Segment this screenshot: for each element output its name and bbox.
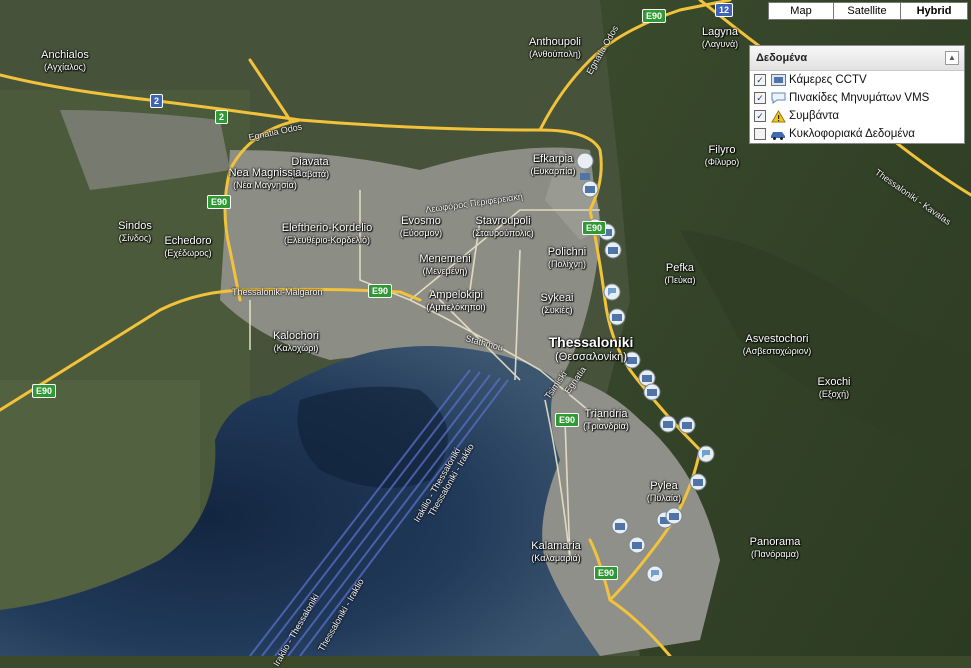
place-pefka: Pefka (Πεύκα)	[664, 262, 696, 285]
layer-item-cctv[interactable]: ✓ Κάμερες CCTV	[750, 71, 964, 89]
layers-panel: Δεδομένα ▲ ✓ Κάμερες CCTV ✓ Πινακίδες Μη…	[749, 45, 965, 144]
place-echedoro: Echedoro (Εχέδωρος)	[164, 235, 212, 258]
place-kalamaria: Kalamaria (Καλαμαριά)	[531, 540, 581, 563]
place-efkarpia: Efkarpia (Ευκαρπία)	[530, 153, 576, 176]
place-lagyna: Lagyna (Λαγυνά)	[701, 26, 739, 49]
layer-label-vms: Πινακίδες Μηνυμάτων VMS	[789, 92, 930, 104]
place-thessaloniki: Thessaloniki (Θεσσαλονίκη)	[548, 334, 634, 364]
place-eleftherio-kordelio: Eleftherio-Kordelio (Ελευθέριο-Κορδελιό)	[281, 222, 373, 245]
route-shield-12: 12	[715, 3, 734, 17]
map-type-map-button[interactable]: Map	[768, 2, 834, 20]
place-evosmo: Evosmo (Εύοσμον)	[399, 215, 443, 238]
layers-panel-title: Δεδομένα	[756, 52, 808, 64]
place-kalochori: Kalochori (Καλοχώρι)	[273, 330, 319, 353]
layer-checkbox-vms[interactable]: ✓	[754, 92, 766, 104]
route-shield-2: 2	[150, 94, 164, 108]
place-polichni: Polichni (Πολίχνη)	[547, 246, 587, 269]
collapse-icon[interactable]: ▲	[945, 51, 959, 65]
place-ampelokipi: Ampelokipi (Αμπελόκηποι)	[426, 289, 486, 312]
place-pylea: Pylea (Πυλαία)	[646, 480, 682, 503]
message-sign-icon	[770, 92, 786, 105]
layer-label-traffic: Κυκλοφοριακά Δεδομένα	[789, 128, 915, 140]
place-nea-magnissia: Nea Magnissia (Νέα Μαγνησία)	[228, 167, 302, 190]
place-triandria: Triandria (Τριανδρία)	[583, 408, 629, 431]
route-shield-e90: E90	[207, 195, 232, 209]
place-asvestochori: Asvestochori (Ασβεστοχώριον)	[742, 333, 812, 356]
map-type-hybrid-button[interactable]: Hybrid	[900, 2, 968, 20]
car-icon	[770, 128, 786, 141]
layer-item-vms[interactable]: ✓ Πινακίδες Μηνυμάτων VMS	[750, 89, 964, 107]
place-sindos: Sindos (Σίνδος)	[118, 220, 152, 243]
place-anthoupoli: Anthoupoli (Ανθούπολη)	[529, 36, 581, 59]
layer-item-traffic[interactable]: Κυκλοφοριακά Δεδομένα	[750, 125, 964, 143]
map-type-satellite-button[interactable]: Satellite	[833, 2, 901, 20]
place-exochi: Exochi (Εξοχή)	[817, 376, 851, 399]
place-stavroupoli: Stavroupoli (Σταυρούπολις)	[472, 215, 534, 238]
place-panorama: Panorama (Πανόραμα)	[749, 536, 801, 559]
route-shield-e90: E90	[32, 384, 57, 398]
camera-icon	[770, 74, 786, 87]
place-sykeai: Sykeai (Συκιές)	[540, 292, 574, 315]
route-shield-2: 2	[215, 110, 229, 124]
route-shield-e90: E90	[368, 284, 393, 298]
route-shield-e90: E90	[594, 566, 619, 580]
layer-item-incidents[interactable]: ✓ Συμβάντα	[750, 107, 964, 125]
route-shield-e90: E90	[642, 9, 667, 23]
place-filyro: Filyro (Φίλυρο)	[704, 144, 740, 167]
place-anchialos: Anchialos (Αγχίαλος)	[41, 49, 89, 72]
layer-checkbox-traffic[interactable]	[754, 128, 766, 140]
layer-checkbox-cctv[interactable]: ✓	[754, 74, 766, 86]
route-shield-e90: E90	[555, 413, 580, 427]
place-menemeni: Menemeni (Μενεμένη)	[419, 253, 471, 276]
layers-panel-header: Δεδομένα ▲	[750, 46, 964, 71]
warning-icon	[770, 109, 786, 123]
route-shield-e90: E90	[582, 221, 607, 235]
road-label-thessaloniki-malgaron: Thessaloniki-Malgaron	[232, 287, 323, 297]
layer-label-cctv: Κάμερες CCTV	[789, 74, 867, 86]
layer-checkbox-incidents[interactable]: ✓	[754, 110, 766, 122]
layer-label-incidents: Συμβάντα	[789, 110, 840, 122]
